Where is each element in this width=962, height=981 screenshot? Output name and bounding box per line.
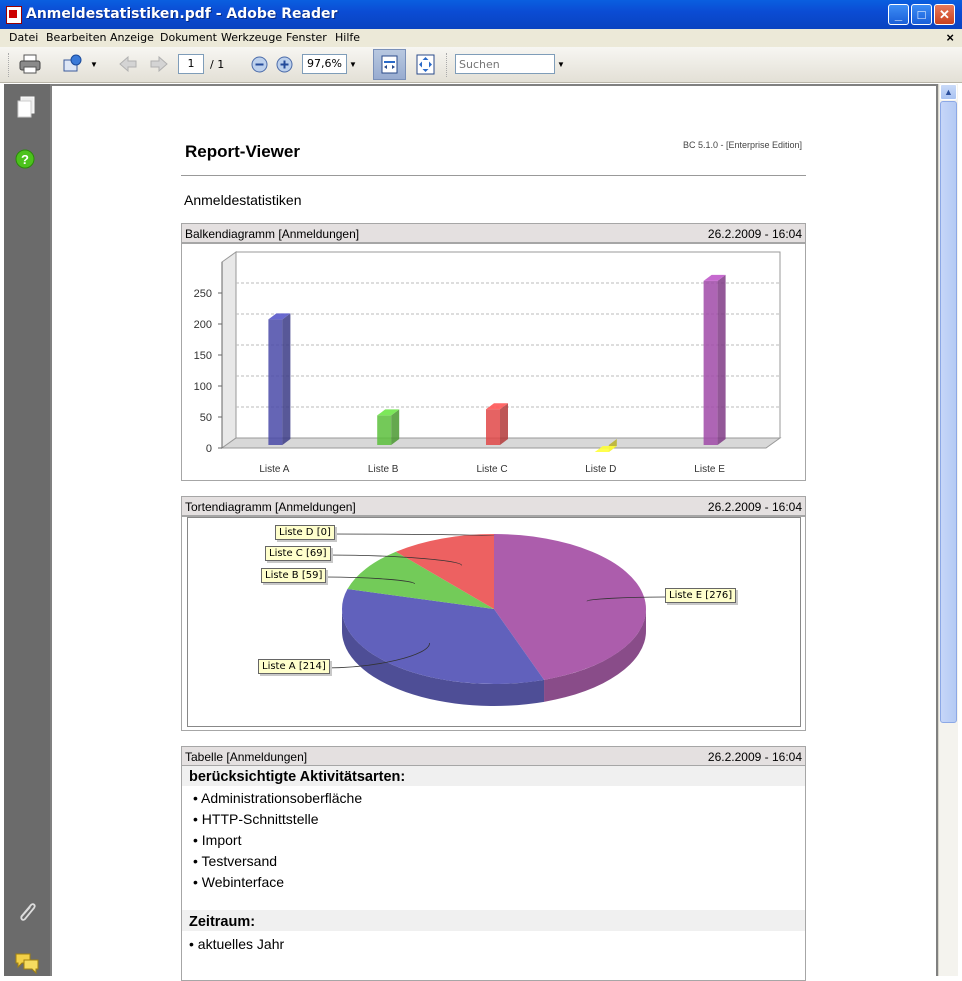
x-tick-label: Liste D bbox=[585, 464, 616, 475]
previous-page-icon[interactable] bbox=[117, 54, 139, 74]
chart-side-wall bbox=[221, 251, 237, 449]
zoom-level-input[interactable]: 97,6% bbox=[302, 54, 347, 74]
bar-front bbox=[486, 409, 500, 445]
fit-width-button[interactable] bbox=[373, 49, 406, 80]
x-tick-label: Liste E bbox=[694, 464, 725, 475]
navigation-pane: ? bbox=[4, 84, 50, 976]
menu-bar: Datei Bearbeiten Anzeige Dokument Werkze… bbox=[0, 29, 962, 48]
table-frame: berücksichtigte Aktivitätsarten: • Admin… bbox=[181, 766, 806, 981]
y-tick-label: 100 bbox=[194, 381, 212, 393]
scrollbar-thumb[interactable] bbox=[940, 101, 957, 723]
pie-chart-section-label: Tortendiagramm [Anmeldungen] bbox=[185, 500, 356, 514]
bar bbox=[703, 274, 726, 445]
print-icon[interactable] bbox=[19, 54, 41, 74]
attachment-paperclip-icon[interactable] bbox=[15, 899, 39, 923]
bar bbox=[486, 403, 508, 445]
pie-slice-callout: Liste B [59] bbox=[261, 568, 327, 583]
bar-side bbox=[500, 403, 508, 445]
table-section-header: Tabelle [Anmeldungen] 26.2.2009 - 16:04 bbox=[181, 746, 806, 766]
bar-front bbox=[377, 415, 392, 445]
menu-datei[interactable]: Datei bbox=[9, 31, 38, 44]
help-icon[interactable]: ? bbox=[15, 149, 35, 169]
minimize-button[interactable]: _ bbox=[888, 4, 909, 25]
document-close-icon[interactable]: × bbox=[946, 30, 954, 45]
zoom-dropdown-chevron-icon[interactable]: ▼ bbox=[349, 60, 357, 69]
y-tick-label: 250 bbox=[194, 288, 212, 300]
bar-chart-section-label: Balkendiagramm [Anmeldungen] bbox=[185, 227, 360, 241]
report-header: Report-Viewer bbox=[185, 142, 300, 161]
pie-chart-frame: Liste A [214] Liste B [59] Liste C [69] Lis… bbox=[181, 516, 806, 731]
period-heading-row bbox=[182, 910, 805, 931]
activity-item: • Import bbox=[193, 832, 242, 848]
zoom-in-icon[interactable] bbox=[276, 56, 293, 73]
comments-icon[interactable] bbox=[14, 952, 40, 974]
pie-slice-callout: Liste D [0] bbox=[275, 525, 335, 540]
page-total: / 1 bbox=[210, 58, 225, 71]
search-input[interactable] bbox=[455, 54, 555, 74]
toolbar: ▼ 1 / 1 97,6% ▼ ▼ bbox=[0, 47, 962, 83]
fit-width-icon bbox=[381, 55, 398, 74]
y-tick-label: 0 bbox=[206, 443, 212, 455]
menu-anzeige[interactable]: Anzeige bbox=[110, 31, 154, 44]
activity-item: • HTTP-Schnittstelle bbox=[193, 811, 319, 827]
activity-item: • Administrationsoberfläche bbox=[193, 790, 363, 806]
menu-hilfe[interactable]: Hilfe bbox=[335, 31, 360, 44]
activity-item: • Testversand bbox=[193, 853, 278, 869]
zoom-out-icon[interactable] bbox=[251, 56, 268, 73]
pie-chart-timestamp: 26.2.2009 - 16:04 bbox=[707, 500, 802, 514]
bar bbox=[268, 313, 291, 445]
pie-slice-callout: Liste A [214] bbox=[258, 659, 330, 674]
report-title: Anmeldestatistiken bbox=[184, 192, 302, 208]
email-share-icon[interactable] bbox=[62, 54, 84, 74]
bar-chart-timestamp: 26.2.2009 - 16:04 bbox=[707, 227, 802, 241]
maximize-button[interactable]: □ bbox=[911, 4, 932, 25]
window-title-bar[interactable]: Anmeldestatistiken.pdf - Adobe Reader _ … bbox=[0, 0, 962, 29]
bar-side bbox=[391, 409, 400, 445]
menu-fenster[interactable]: Fenster bbox=[286, 31, 327, 44]
bar-side bbox=[717, 274, 726, 445]
y-tick-label: 200 bbox=[194, 319, 212, 331]
y-tick-label: 150 bbox=[194, 350, 212, 362]
close-button[interactable]: ✕ bbox=[934, 4, 955, 25]
bar-front bbox=[268, 319, 283, 445]
next-page-icon[interactable] bbox=[148, 54, 170, 74]
fit-page-icon[interactable] bbox=[416, 54, 435, 75]
svg-text:?: ? bbox=[21, 152, 29, 167]
menu-dokument[interactable]: Dokument bbox=[160, 31, 217, 44]
y-tick-label: 50 bbox=[200, 412, 212, 424]
pages-icon[interactable] bbox=[16, 96, 36, 120]
x-tick-label: Liste C bbox=[476, 464, 507, 475]
bar bbox=[377, 409, 400, 445]
bar-chart: 0 50 100 150 200 250 Liste A Liste B Liste C List… bbox=[194, 251, 782, 475]
window-title: Anmeldestatistiken.pdf - Adobe Reader bbox=[26, 6, 338, 22]
x-tick-label: Liste A bbox=[259, 464, 289, 475]
pie-chart-section-header: Tortendiagramm [Anmeldungen] 26.2.2009 -… bbox=[181, 496, 806, 516]
bar-chart-section-header: Balkendiagramm [Anmeldungen] 26.2.2009 -… bbox=[181, 223, 806, 243]
table-section-label: Tabelle [Anmeldungen] bbox=[185, 750, 308, 764]
adobe-reader-icon bbox=[6, 6, 22, 24]
pie-slice-callout: Liste C [69] bbox=[265, 546, 331, 561]
pie-slice-callout: Liste E [276] bbox=[665, 588, 737, 603]
activity-item: • Webinterface bbox=[193, 874, 285, 890]
period-item: • aktuelles Jahr bbox=[189, 936, 285, 952]
version-label: BC 5.1.0 - [Enterprise Edition] bbox=[682, 140, 802, 150]
page-number-input[interactable]: 1 bbox=[178, 54, 204, 74]
x-tick-label: Liste B bbox=[368, 464, 399, 475]
header-divider bbox=[181, 175, 806, 176]
scroll-up-arrow-icon[interactable]: ▲ bbox=[940, 84, 957, 100]
bar-side bbox=[282, 313, 291, 445]
table-timestamp: 26.2.2009 - 16:04 bbox=[707, 750, 802, 764]
pdf-page: Report-Viewer BC 5.1.0 - [Enterprise Edi… bbox=[52, 86, 936, 981]
menu-bearbeiten[interactable]: Bearbeiten bbox=[46, 31, 106, 44]
chevron-down-icon[interactable]: ▼ bbox=[90, 60, 98, 69]
bar-front bbox=[703, 280, 718, 445]
menu-werkzeuge[interactable]: Werkzeuge bbox=[221, 31, 282, 44]
bar-chart-frame: 0 50 100 150 200 250 Liste A Liste B Liste C List… bbox=[181, 243, 806, 481]
search-dropdown-chevron-icon[interactable]: ▼ bbox=[557, 60, 565, 69]
activities-heading: berücksichtigte Aktivitätsarten: bbox=[189, 769, 406, 785]
period-heading: Zeitraum: bbox=[189, 914, 256, 930]
